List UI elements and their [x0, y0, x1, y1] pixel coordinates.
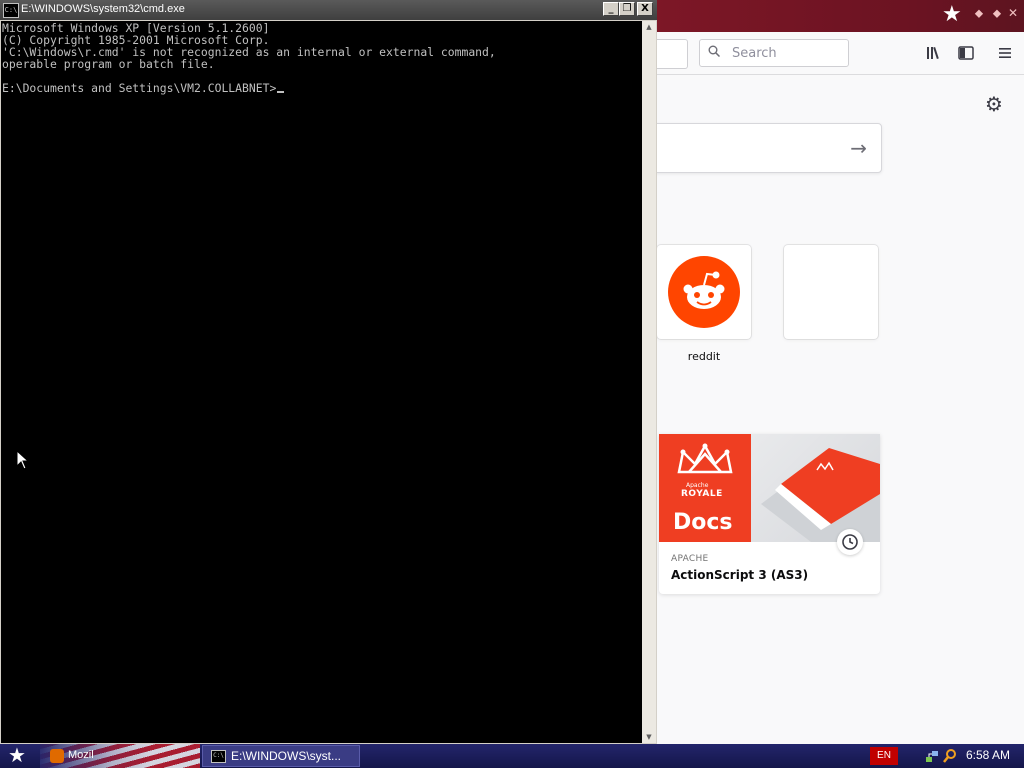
- card-thumbnail: [751, 434, 880, 542]
- card-image-docs: Docs: [673, 510, 733, 535]
- restore-button[interactable]: ❐: [619, 2, 635, 16]
- close-icon[interactable]: ✕: [1005, 5, 1021, 21]
- taskbar-flag-fade: [40, 744, 200, 768]
- start-star-icon: ★: [8, 743, 26, 767]
- console-line: operable program or batch file.: [2, 57, 215, 71]
- console-output[interactable]: Microsoft Windows XP [Version 5.1.2600] …: [1, 21, 642, 743]
- minimize-button[interactable]: _: [603, 2, 619, 16]
- network-icon[interactable]: [924, 748, 940, 764]
- cmd-icon: C:\: [211, 750, 226, 763]
- firefox-toolbar: Search: [657, 32, 1024, 75]
- pin-icon[interactable]: ⬥: [971, 5, 987, 21]
- search-tray-icon[interactable]: [942, 748, 958, 764]
- prompt-text: E:\Documents and Settings\VM2.COLLABNET>: [2, 81, 277, 95]
- gear-icon[interactable]: ⚙: [984, 94, 1004, 114]
- close-button[interactable]: X: [637, 2, 653, 16]
- firefox-star-icon: ★: [942, 2, 962, 27]
- card-image-royale: ROYALE: [681, 489, 723, 499]
- text-cursor: [277, 91, 285, 93]
- arrow-right-icon[interactable]: →: [850, 136, 867, 160]
- menu-icon[interactable]: [996, 44, 1014, 62]
- reddit-icon: [668, 256, 740, 328]
- library-icon[interactable]: [925, 44, 943, 62]
- firefox-titlebar[interactable]: ★ ⬥ ⬥ ✕: [657, 0, 1024, 32]
- clock-icon: [837, 529, 863, 555]
- search-icon: [708, 45, 720, 57]
- firefox-icon: [50, 749, 64, 763]
- card-image-apache: Apache: [686, 482, 709, 489]
- taskbar-item-label: E:\WINDOWS\syst...: [231, 749, 341, 763]
- top-site-label: reddit: [687, 350, 721, 363]
- taskbar: ★ Mozil C:\ E:\WINDOWS\syst... EN 6:58 A…: [0, 744, 1024, 768]
- search-placeholder: Search: [732, 46, 777, 61]
- cmd-app-icon[interactable]: C:\: [3, 3, 19, 18]
- taskbar-item-cmd[interactable]: C:\ E:\WINDOWS\syst...: [202, 745, 360, 767]
- search-input[interactable]: Search: [699, 39, 849, 67]
- card-source: APACHE: [671, 554, 709, 564]
- cmd-window[interactable]: C:\ E:\WINDOWS\system32\cmd.exe _ ❐ X Mi…: [0, 0, 657, 746]
- newtab-search-box[interactable]: →: [657, 123, 882, 173]
- console-prompt[interactable]: E:\Documents and Settings\VM2.COLLABNET>: [2, 81, 285, 95]
- top-site-tile-reddit[interactable]: [657, 245, 751, 339]
- system-tray: EN 6:58 AM: [862, 744, 1024, 768]
- mouse-pointer-icon: [16, 450, 30, 470]
- restore-icon[interactable]: ⬥: [989, 5, 1005, 21]
- scroll-up-arrow-icon[interactable]: ▲: [642, 21, 656, 33]
- sidebar-icon[interactable]: [957, 44, 975, 62]
- language-indicator[interactable]: EN: [870, 747, 898, 765]
- start-button[interactable]: ★: [0, 744, 36, 768]
- cmd-titlebar[interactable]: C:\ E:\WINDOWS\system32\cmd.exe _ ❐ X: [0, 0, 657, 20]
- clock-time[interactable]: 6:58 AM: [966, 748, 1010, 762]
- top-site-tile-empty[interactable]: [784, 245, 878, 339]
- highlight-card[interactable]: Apache ROYALE Docs APACHE ActionScript 3…: [659, 434, 880, 594]
- scroll-down-arrow-icon[interactable]: ▼: [642, 731, 656, 743]
- url-bar[interactable]: [657, 39, 688, 69]
- taskbar-item-label: Mozil: [68, 749, 94, 761]
- royale-logo: Apache ROYALE Docs: [659, 434, 751, 542]
- cmd-window-title: E:\WINDOWS\system32\cmd.exe: [21, 3, 185, 15]
- card-title[interactable]: ActionScript 3 (AS3): [671, 568, 808, 582]
- firefox-window[interactable]: ★ ⬥ ⬥ ✕ Search ⚙ → reddit Apache ROYALE …: [657, 0, 1024, 744]
- vertical-scrollbar[interactable]: ▲ ▼: [642, 21, 656, 743]
